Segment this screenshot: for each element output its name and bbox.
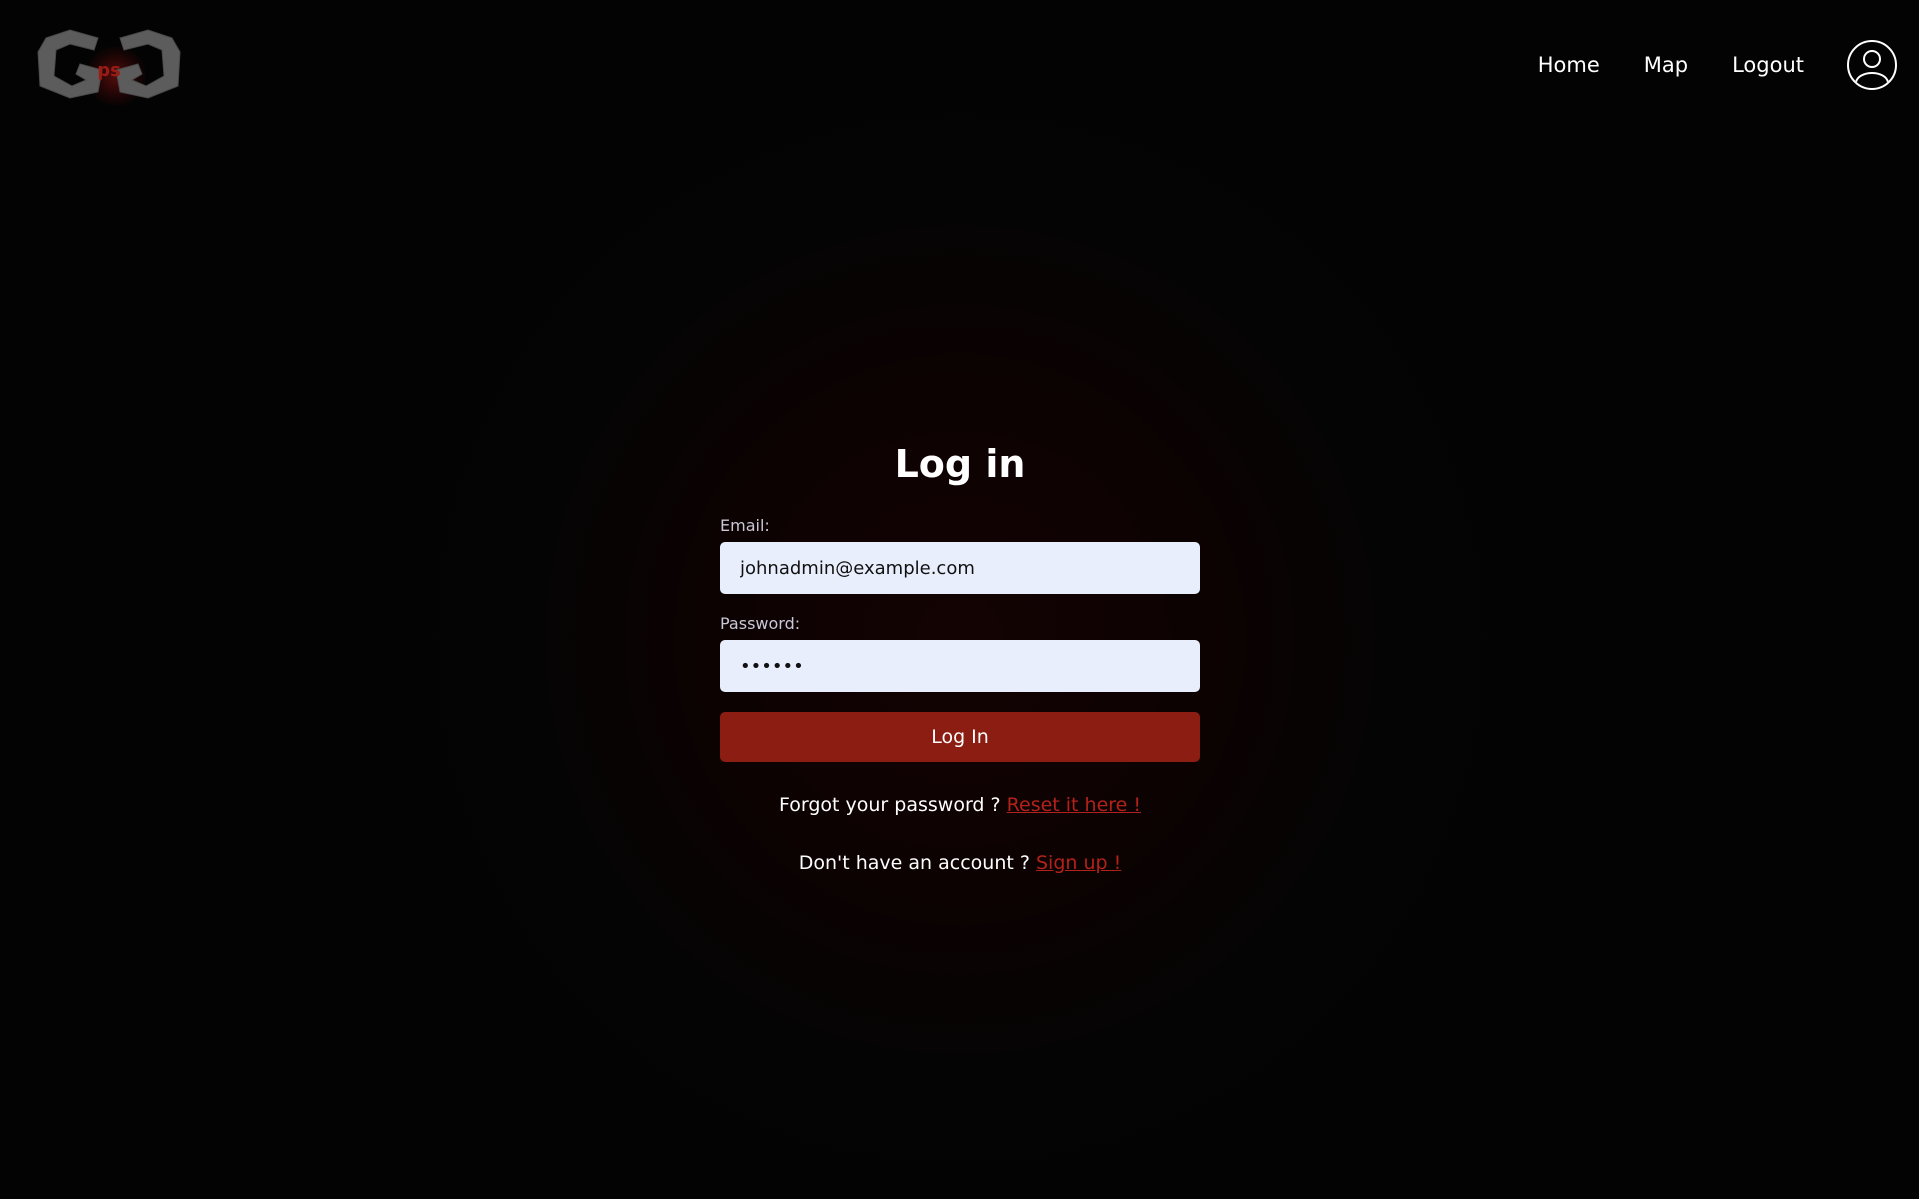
password-label: Password: [720,614,801,633]
gps-logo-icon: ps [37,29,181,99]
user-avatar-icon[interactable] [1847,40,1897,90]
nav-home-link[interactable]: Home [1538,53,1600,77]
email-group: Email: [720,516,1200,594]
site-logo[interactable]: ps [36,26,182,112]
page-title: Log in [894,442,1026,486]
logo-text: ps [97,60,121,81]
forgot-password-text: Forgot your password ? [778,794,1001,816]
login-form: Log in Email: Password: Log In Forgot yo… [720,436,1200,874]
signup-link[interactable]: Sign up ! [1036,852,1121,874]
password-field[interactable] [720,640,1200,692]
reset-password-link[interactable]: Reset it here ! [1007,794,1141,816]
password-group: Password: [720,614,1200,692]
signup-text: Don't have an account ? [798,852,1030,874]
email-field[interactable] [720,542,1200,594]
top-nav: Home Map Logout [1538,40,1919,90]
nav-logout-link[interactable]: Logout [1732,53,1804,77]
login-button[interactable]: Log In [720,712,1200,762]
nav-map-link[interactable]: Map [1644,53,1688,77]
signup-line: Don't have an account ? Sign up ! [720,852,1200,874]
forgot-password-line: Forgot your password ? Reset it here ! [720,794,1200,816]
email-label: Email: [720,516,770,535]
